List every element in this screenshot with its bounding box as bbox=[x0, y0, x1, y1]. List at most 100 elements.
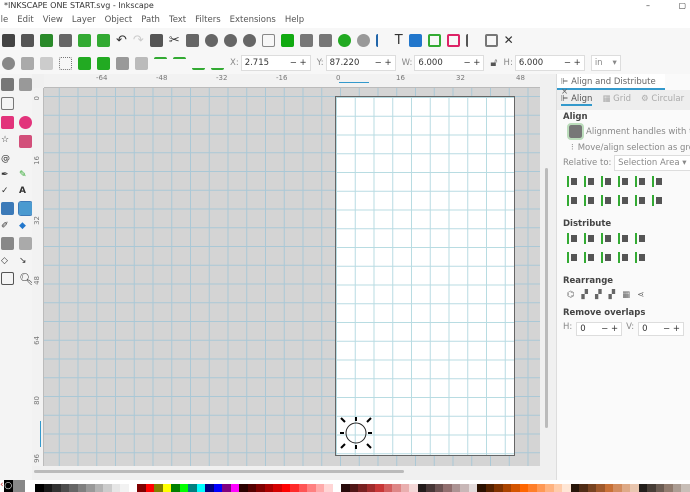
alignment-handles-toggle[interactable] bbox=[567, 123, 584, 140]
preferences-icon[interactable]: ✕ bbox=[504, 33, 514, 47]
color-swatch[interactable] bbox=[443, 484, 452, 492]
zoom-fit-icon[interactable] bbox=[261, 33, 275, 47]
color-swatch[interactable] bbox=[239, 484, 248, 492]
tweak-tool-icon[interactable] bbox=[1, 237, 14, 250]
3dbox-tool-icon[interactable] bbox=[19, 135, 32, 148]
duplicate-icon[interactable] bbox=[149, 33, 163, 47]
color-swatch[interactable] bbox=[103, 484, 112, 492]
menu-filters[interactable]: Filters bbox=[195, 12, 220, 28]
align-text-baseline-icon[interactable] bbox=[652, 176, 663, 187]
color-swatch[interactable] bbox=[417, 484, 427, 492]
color-swatch[interactable] bbox=[349, 484, 359, 492]
color-swatch[interactable] bbox=[528, 484, 537, 492]
graph-layout-icon[interactable]: ⌬ bbox=[567, 290, 581, 300]
color-swatch[interactable] bbox=[587, 484, 597, 492]
unlink-clone-icon[interactable] bbox=[318, 33, 332, 47]
maximize-button[interactable]: ▢ bbox=[678, 0, 686, 11]
text-font-icon[interactable]: T bbox=[395, 33, 403, 48]
color-swatch[interactable] bbox=[188, 484, 197, 492]
distribute-gaps-v-icon[interactable] bbox=[618, 252, 629, 263]
align-distribute-icon[interactable] bbox=[465, 33, 479, 47]
subtab-grid[interactable]: ▦ Grid bbox=[602, 94, 631, 106]
color-swatch[interactable] bbox=[392, 484, 401, 492]
flip-horizontal-icon[interactable] bbox=[116, 56, 129, 70]
color-swatch[interactable] bbox=[519, 484, 529, 492]
y-input[interactable]: 87.220 bbox=[330, 56, 360, 70]
export-icon[interactable] bbox=[97, 33, 110, 47]
align-left-edge-icon[interactable] bbox=[635, 176, 646, 187]
minimize-button[interactable]: – bbox=[646, 0, 650, 11]
color-swatch[interactable] bbox=[400, 484, 410, 492]
lower-icon[interactable] bbox=[192, 57, 205, 70]
color-swatch[interactable] bbox=[213, 484, 223, 492]
menu-edit[interactable]: Edit bbox=[17, 12, 33, 28]
color-swatch[interactable] bbox=[621, 484, 631, 492]
text-tool-icon[interactable]: A bbox=[19, 186, 33, 196]
randomize-icon[interactable]: ▦ bbox=[622, 290, 637, 300]
align-left-icon[interactable] bbox=[584, 176, 595, 187]
color-swatch[interactable] bbox=[536, 484, 546, 492]
color-swatch[interactable] bbox=[137, 484, 146, 492]
color-swatch[interactable] bbox=[613, 484, 622, 492]
menu-object[interactable]: Object bbox=[105, 12, 133, 28]
node-tool-icon[interactable] bbox=[19, 78, 32, 91]
deselect-icon[interactable] bbox=[40, 56, 53, 70]
color-swatch[interactable] bbox=[281, 484, 291, 492]
color-swatch[interactable] bbox=[553, 484, 563, 492]
menu-path[interactable]: Path bbox=[141, 12, 160, 28]
color-swatch[interactable] bbox=[264, 484, 274, 492]
lock-guides-icon[interactable]: 🔒︎ bbox=[8, 76, 12, 85]
x-field[interactable]: X: 2.715− + bbox=[230, 55, 311, 71]
color-swatch[interactable] bbox=[460, 484, 469, 492]
move-group-icon[interactable]: ⁝ bbox=[571, 143, 574, 153]
gradient-tool-icon[interactable] bbox=[1, 202, 14, 215]
rotate-cw-icon[interactable] bbox=[97, 56, 110, 70]
color-swatch[interactable] bbox=[494, 484, 503, 492]
zoom-tool-icon[interactable]: 🔍︎ bbox=[19, 272, 34, 286]
color-swatch[interactable] bbox=[205, 484, 214, 492]
color-swatch[interactable] bbox=[332, 484, 342, 492]
color-swatch[interactable] bbox=[120, 484, 129, 492]
selected-circle[interactable] bbox=[340, 417, 372, 449]
w-field[interactable]: W: 6.000− + bbox=[402, 55, 485, 71]
selectors-icon[interactable] bbox=[446, 33, 460, 47]
color-swatch[interactable] bbox=[128, 484, 138, 492]
align-right-edge-icon[interactable] bbox=[567, 176, 578, 187]
select-all-icon[interactable] bbox=[2, 56, 15, 70]
redo-icon[interactable]: ↷ bbox=[133, 33, 144, 48]
align-baseline-icon[interactable] bbox=[652, 195, 663, 206]
clone-icon[interactable] bbox=[299, 33, 313, 47]
lock-icon[interactable]: 🔓︎ bbox=[490, 56, 497, 70]
color-swatch[interactable] bbox=[434, 484, 444, 492]
color-swatch[interactable] bbox=[145, 484, 155, 492]
color-swatch[interactable] bbox=[307, 484, 316, 492]
relative-to-select[interactable]: Selection Area ▾ bbox=[614, 155, 690, 171]
color-swatch[interactable] bbox=[358, 484, 367, 492]
pen-tool-icon[interactable]: ✒ bbox=[1, 170, 15, 180]
zoom-selection-icon[interactable] bbox=[204, 33, 218, 47]
subtab-align[interactable]: ⊫ Align bbox=[561, 94, 593, 106]
color-swatch[interactable] bbox=[545, 484, 554, 492]
cut-icon[interactable]: ✂ bbox=[169, 33, 180, 48]
menu-layer[interactable]: Layer bbox=[72, 12, 96, 28]
color-swatch[interactable] bbox=[60, 484, 70, 492]
import-icon[interactable] bbox=[78, 33, 91, 47]
color-swatch[interactable] bbox=[426, 484, 435, 492]
color-swatch[interactable] bbox=[451, 484, 461, 492]
horizontal-scrollbar[interactable] bbox=[32, 466, 556, 480]
layers-icon[interactable] bbox=[408, 33, 422, 47]
color-swatch[interactable] bbox=[77, 484, 87, 492]
color-swatch[interactable] bbox=[383, 484, 393, 492]
v-gap-input[interactable]: 0− + bbox=[638, 322, 684, 336]
color-swatch[interactable] bbox=[562, 484, 571, 492]
rotate-ccw-icon[interactable] bbox=[78, 56, 91, 70]
vertical-scrollbar[interactable] bbox=[541, 88, 555, 466]
color-swatch[interactable] bbox=[298, 484, 308, 492]
align-right-icon[interactable] bbox=[618, 176, 629, 187]
menu-view[interactable]: View bbox=[43, 12, 63, 28]
color-swatch[interactable] bbox=[171, 484, 180, 492]
distribute-left-icon[interactable] bbox=[567, 233, 578, 244]
color-swatch[interactable] bbox=[638, 484, 648, 492]
color-swatch[interactable] bbox=[86, 484, 95, 492]
align-bottom-icon[interactable] bbox=[618, 195, 629, 206]
